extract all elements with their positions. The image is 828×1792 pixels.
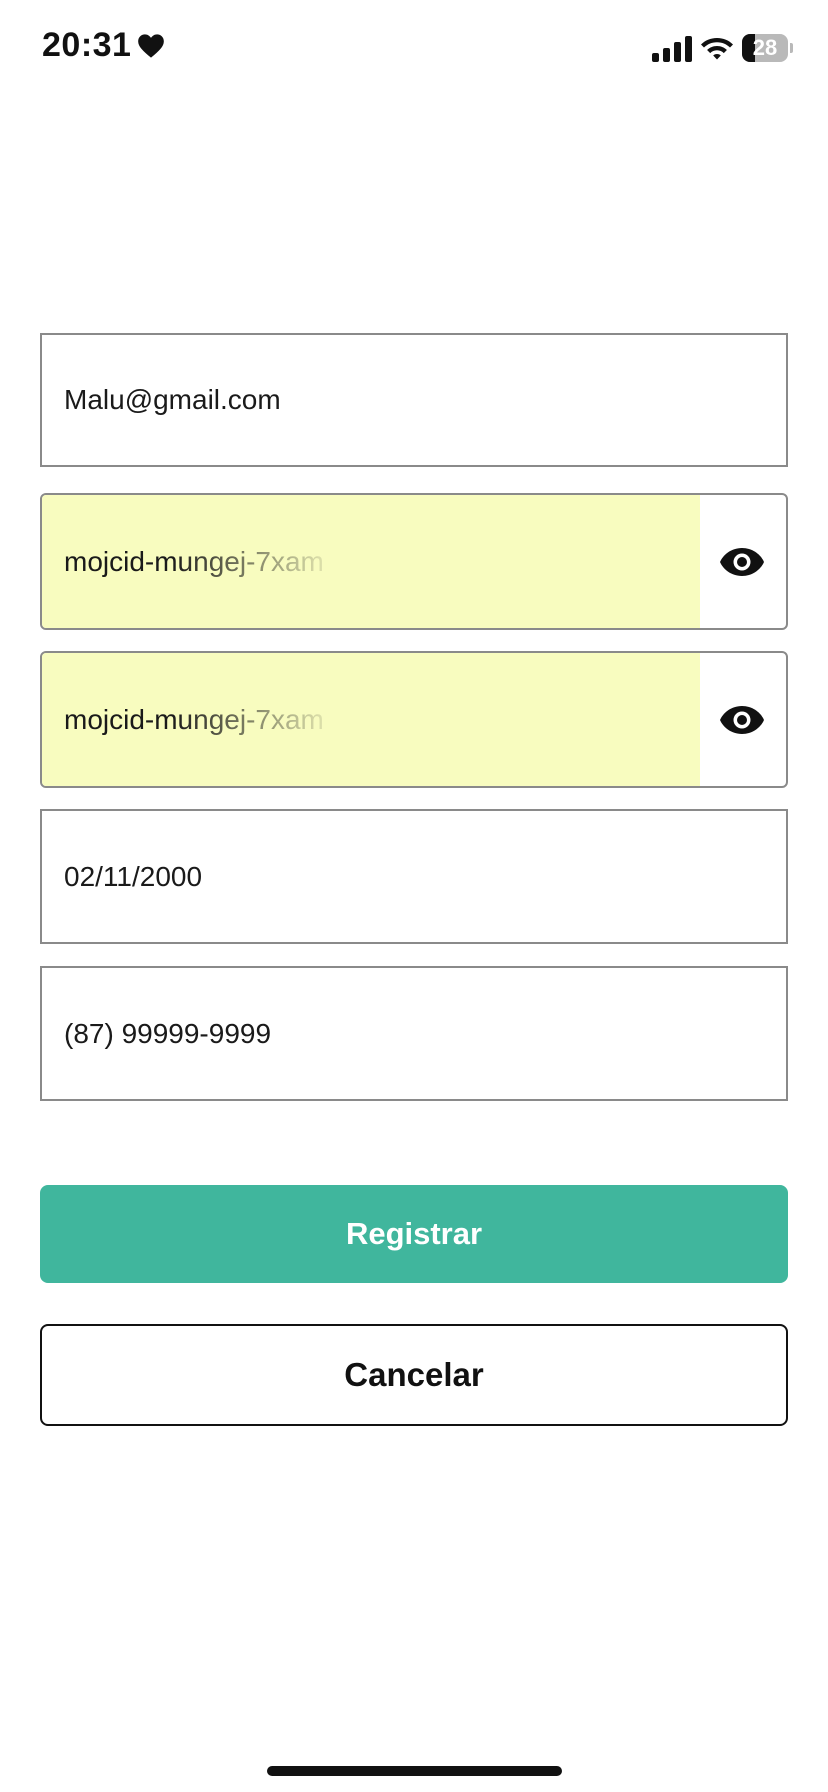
battery-icon: 28 [742, 34, 793, 62]
birthdate-value: 02/11/2000 [64, 860, 203, 892]
battery-body: 28 [742, 34, 788, 62]
email-value: Malu@gmail.com [64, 384, 281, 415]
heart-icon [138, 33, 165, 58]
signal-icon [652, 36, 692, 62]
register-button[interactable]: Registrar [40, 1185, 788, 1283]
password-value: mojcid-mungej-7xam [64, 545, 324, 577]
battery-tip [790, 43, 793, 53]
battery-level: 28 [752, 35, 778, 60]
status-bar: 20:31 28 [0, 0, 828, 100]
email-field[interactable]: Malu@gmail.com [40, 333, 788, 467]
confirm-password-field[interactable]: mojcid-mungej-7xam [40, 651, 788, 788]
birthdate-field[interactable]: 02/11/2000 [40, 809, 788, 944]
eye-icon [720, 547, 764, 576]
confirm-password-value: mojcid-mungej-7xam [64, 703, 324, 735]
phone-value: (87) 99999-9999 [64, 1017, 272, 1049]
status-time-text: 20:31 [42, 26, 132, 64]
password-visibility-toggle[interactable] [718, 545, 766, 579]
wifi-icon [701, 38, 733, 60]
cancel-button[interactable]: Cancelar [40, 1324, 788, 1426]
password-field[interactable]: mojcid-mungej-7xam [40, 493, 788, 630]
status-time: 20:31 [42, 26, 165, 65]
confirm-password-visibility-toggle[interactable] [718, 703, 766, 737]
eye-icon [720, 705, 764, 734]
phone-field[interactable]: (87) 99999-9999 [40, 966, 788, 1101]
home-indicator[interactable] [267, 1766, 562, 1776]
